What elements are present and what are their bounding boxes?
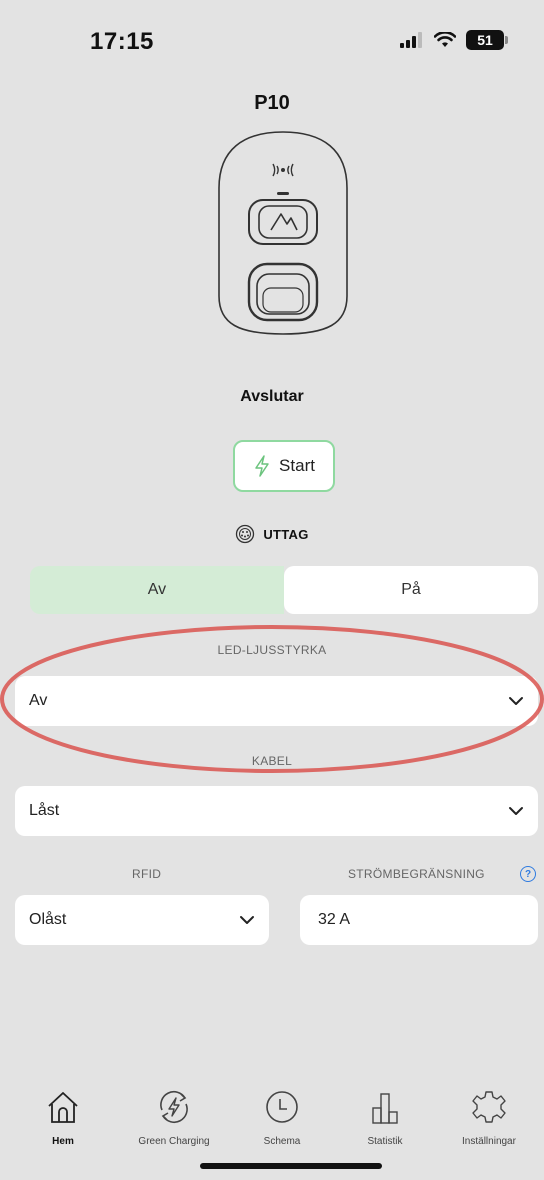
home-indicator[interactable] (200, 1163, 382, 1169)
outlet-label: UTTAG (0, 524, 544, 544)
device-name: P10 (254, 92, 290, 114)
tab-label: Inställningar (462, 1136, 516, 1147)
charging-state: Avslutar (240, 388, 304, 405)
start-button[interactable]: Start (233, 440, 335, 492)
status-bar: 17:15 51 (0, 0, 544, 80)
led-brightness-select[interactable]: Av (15, 676, 538, 726)
green-charging-icon (160, 1090, 188, 1124)
bar-chart-icon (372, 1093, 398, 1124)
tab-home[interactable]: Hem (8, 1088, 118, 1147)
battery-icon: 51 (466, 30, 508, 50)
tab-statistics[interactable]: Statistik (330, 1088, 440, 1147)
current-limit-input[interactable]: 32 A (300, 895, 538, 945)
chevron-down-icon (240, 916, 254, 924)
start-button-label: Start (279, 456, 315, 475)
clock-icon (266, 1091, 298, 1123)
lightning-icon (255, 455, 269, 477)
help-icon[interactable]: ? (520, 866, 536, 882)
current-limit-label: STRÖMBEGRÄNSNING (348, 867, 485, 881)
chevron-down-icon (509, 697, 523, 705)
cable-label: KABEL (251, 754, 293, 768)
tab-green-charging[interactable]: Green Charging (119, 1088, 229, 1147)
home-icon (48, 1092, 78, 1123)
led-brightness-label: LED-LJUSSTYRKA (217, 643, 327, 657)
toggle-off-option[interactable]: Av (30, 566, 284, 614)
gear-icon (472, 1091, 506, 1123)
toggle-on-option[interactable]: På (284, 566, 538, 614)
chevron-down-icon (509, 807, 523, 815)
current-limit-value: 32 A (318, 911, 351, 928)
tab-label: Statistik (367, 1136, 403, 1147)
outlet-icon (236, 524, 255, 544)
status-time: 17:15 (90, 28, 154, 55)
rfid-select[interactable]: Olåst (15, 895, 269, 945)
tab-settings[interactable]: Inställningar (434, 1088, 544, 1147)
cable-value: Låst (29, 802, 60, 819)
cable-select[interactable]: Låst (15, 786, 538, 836)
rfid-label: RFID (132, 867, 162, 881)
signal-icon (400, 32, 422, 48)
tab-label: Green Charging (138, 1136, 210, 1147)
tab-schedule[interactable]: Schema (227, 1088, 337, 1147)
status-icons: 51 (400, 30, 508, 50)
led-brightness-value: Av (29, 692, 48, 709)
wifi-icon (434, 32, 456, 47)
outlet-toggle: Av På (30, 566, 538, 614)
tab-label: Hem (52, 1136, 74, 1147)
rfid-value: Olåst (29, 911, 67, 928)
tab-label: Schema (263, 1136, 301, 1147)
charger-illustration (218, 131, 348, 335)
outlet-label-text: UTTAG (263, 526, 309, 542)
tab-bar: Hem Green Charging Schema Statistik Inst… (0, 1088, 544, 1160)
